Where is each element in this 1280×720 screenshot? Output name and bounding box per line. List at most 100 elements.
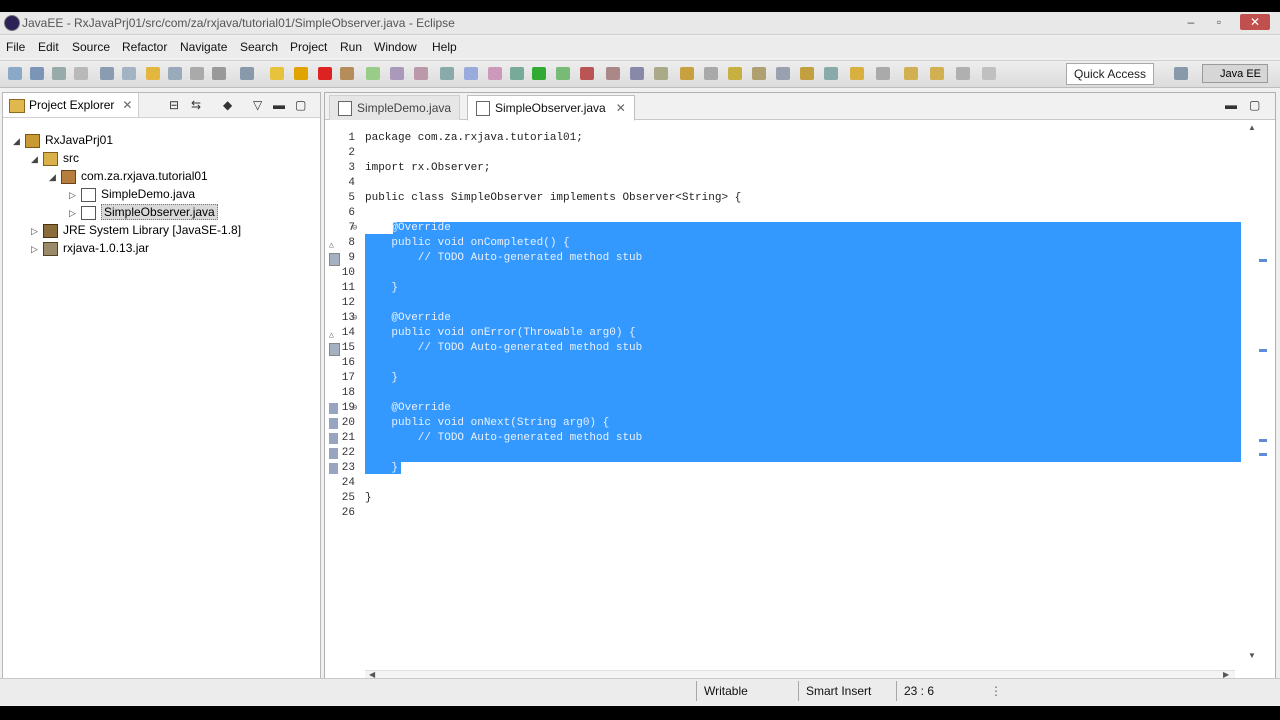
fold-toggle-icon[interactable]: ⊖ bbox=[352, 221, 357, 236]
disconnect-icon[interactable] bbox=[340, 67, 354, 80]
annotation-prev-icon[interactable] bbox=[776, 67, 790, 80]
menu-run[interactable]: Run bbox=[340, 40, 362, 54]
menu-source[interactable]: Source bbox=[72, 40, 110, 54]
nav-back-icon[interactable] bbox=[904, 67, 918, 80]
annotation-next-icon[interactable] bbox=[752, 67, 766, 80]
project-explorer-tab[interactable]: Project Explorer ✕ bbox=[3, 93, 140, 117]
code-line[interactable]: 19 ⊖ @Override bbox=[325, 401, 1240, 416]
code-line[interactable]: △ 8 public void onCompleted() { bbox=[325, 236, 1240, 251]
code-line[interactable]: 23 } bbox=[325, 461, 1240, 476]
code-line[interactable]: 15 // TODO Auto-generated method stub bbox=[325, 341, 1240, 356]
code-line[interactable]: 16 bbox=[325, 356, 1240, 371]
code-line[interactable]: 24 bbox=[325, 476, 1240, 491]
new-class-icon[interactable] bbox=[488, 67, 502, 80]
step-over-icon[interactable] bbox=[390, 67, 404, 80]
tree-item-jre-library[interactable]: ▷ JRE System Library [JavaSE-1.8] bbox=[31, 221, 241, 239]
open-type-icon[interactable] bbox=[654, 67, 668, 80]
overview-ruler-mark[interactable] bbox=[1259, 453, 1267, 456]
tree-item-rxjava-jar[interactable]: ▷ rxjava-1.0.13.jar bbox=[31, 239, 149, 257]
minimize-editor-icon[interactable]: ▬ bbox=[1225, 98, 1237, 112]
link-with-editor-icon[interactable]: ⇆ bbox=[191, 98, 201, 112]
code-line[interactable]: 2 bbox=[325, 146, 1240, 161]
collapsed-arrow-icon[interactable]: ▷ bbox=[69, 186, 81, 204]
tree-item-simpledemo[interactable]: ▷ SimpleDemo.java bbox=[69, 185, 195, 203]
collapsed-arrow-icon[interactable]: ▷ bbox=[31, 222, 43, 240]
history-icon[interactable] bbox=[956, 67, 970, 80]
external-tools-icon[interactable] bbox=[580, 67, 594, 80]
code-line[interactable]: 5 public class SimpleObserver implements … bbox=[325, 191, 1240, 206]
menu-navigate[interactable]: Navigate bbox=[180, 40, 227, 54]
menu-edit[interactable]: Edit bbox=[38, 40, 59, 54]
open-folder-icon[interactable] bbox=[680, 67, 694, 80]
tree-item-package[interactable]: ◢ com.za.rxjava.tutorial01 bbox=[49, 167, 208, 185]
block-selection-icon[interactable] bbox=[190, 67, 204, 80]
tree-item-simpleobserver[interactable]: ▷ SimpleObserver.java bbox=[69, 203, 218, 221]
menu-window[interactable]: Window bbox=[374, 40, 417, 54]
forward-arrow-icon[interactable] bbox=[876, 67, 890, 80]
step-return-icon[interactable] bbox=[414, 67, 428, 80]
last-edit-icon[interactable] bbox=[800, 67, 814, 80]
code-line[interactable]: 25} bbox=[325, 491, 1240, 506]
java-ee-perspective-button[interactable]: Java EE bbox=[1202, 64, 1268, 83]
focus-task-icon[interactable]: ◆ bbox=[223, 98, 232, 112]
save-icon[interactable] bbox=[30, 67, 44, 80]
menu-search[interactable]: Search bbox=[240, 40, 278, 54]
step-into-icon[interactable] bbox=[366, 67, 380, 80]
skip-breakpoints-icon[interactable] bbox=[270, 67, 284, 80]
code-line[interactable]: 13 ⊖ @Override bbox=[325, 311, 1240, 326]
tab-simpledemo[interactable]: SimpleDemo.java bbox=[329, 95, 461, 120]
insert-mode-status[interactable]: Smart Insert bbox=[806, 684, 871, 698]
code-line[interactable]: 22 bbox=[325, 446, 1240, 461]
menu-refactor[interactable]: Refactor bbox=[122, 40, 167, 54]
overview-ruler-mark[interactable] bbox=[1259, 259, 1267, 262]
terminate-icon[interactable] bbox=[318, 67, 332, 80]
pin-editor-icon[interactable] bbox=[824, 67, 838, 80]
quick-access-field[interactable]: Quick Access bbox=[1066, 63, 1154, 85]
code-line[interactable]: 12 bbox=[325, 296, 1240, 311]
back-arrow-icon[interactable] bbox=[850, 67, 864, 80]
new-web-project-icon[interactable] bbox=[464, 67, 478, 80]
run-icon[interactable] bbox=[532, 67, 546, 80]
code-line[interactable]: 20 public void onNext(String arg0) { bbox=[325, 416, 1240, 431]
menu-project[interactable]: Project bbox=[290, 40, 327, 54]
vertical-scrollbar[interactable]: ▲ ▼ bbox=[1245, 123, 1259, 663]
tree-item-src[interactable]: ◢ src bbox=[31, 149, 79, 167]
server-icon[interactable] bbox=[100, 67, 114, 80]
maximize-editor-icon[interactable]: ▢ bbox=[1249, 98, 1260, 112]
print-icon[interactable] bbox=[74, 67, 88, 80]
debug-icon[interactable] bbox=[510, 67, 524, 80]
minimize-button[interactable]: – bbox=[1180, 14, 1202, 30]
show-whitespace-icon[interactable] bbox=[212, 67, 226, 80]
code-line[interactable]: 21 // TODO Auto-generated method stub bbox=[325, 431, 1240, 446]
code-line[interactable]: △ 14 public void onError(Throwable arg0) … bbox=[325, 326, 1240, 341]
close-tab-icon[interactable]: ✕ bbox=[616, 101, 626, 115]
tree-item-project[interactable]: ◢ RxJavaPrj01 bbox=[13, 131, 113, 149]
collapsed-arrow-icon[interactable]: ▷ bbox=[69, 204, 81, 222]
terminal-icon[interactable] bbox=[122, 67, 136, 80]
tab-simpleobserver[interactable]: SimpleObserver.java ✕ bbox=[467, 95, 635, 121]
close-button[interactable]: ✕ bbox=[1240, 14, 1270, 30]
coverage-icon[interactable] bbox=[556, 67, 570, 80]
expanded-arrow-icon[interactable]: ◢ bbox=[13, 132, 25, 150]
code-line[interactable]: 11 } bbox=[325, 281, 1240, 296]
expanded-arrow-icon[interactable]: ◢ bbox=[49, 168, 61, 186]
new-java-package-icon[interactable] bbox=[606, 67, 620, 80]
scroll-down-icon[interactable]: ▼ bbox=[1248, 651, 1256, 660]
code-line[interactable]: 26 bbox=[325, 506, 1240, 521]
code-line[interactable]: 17 } bbox=[325, 371, 1240, 386]
code-line[interactable]: 4 bbox=[325, 176, 1240, 191]
fold-toggle-icon[interactable]: ⊖ bbox=[352, 401, 357, 416]
minimize-view-icon[interactable]: ▬ bbox=[273, 98, 285, 112]
toggle-breadcrumb-icon[interactable] bbox=[240, 67, 254, 80]
suspend-icon[interactable] bbox=[294, 67, 308, 80]
code-line[interactable]: 6 bbox=[325, 206, 1240, 221]
expanded-arrow-icon[interactable]: ◢ bbox=[31, 150, 43, 168]
toolbar-overflow-icon[interactable] bbox=[982, 67, 996, 80]
collapsed-arrow-icon[interactable]: ▷ bbox=[31, 240, 43, 258]
close-tab-icon[interactable]: ✕ bbox=[122, 98, 132, 112]
new-icon[interactable] bbox=[8, 67, 22, 80]
collapse-all-icon[interactable]: ⊟ bbox=[169, 98, 179, 112]
code-line[interactable]: 7 ⊖ @Override bbox=[325, 221, 1240, 236]
maximize-button[interactable]: ▫ bbox=[1208, 14, 1230, 30]
code-line[interactable]: 9 // TODO Auto-generated method stub bbox=[325, 251, 1240, 266]
